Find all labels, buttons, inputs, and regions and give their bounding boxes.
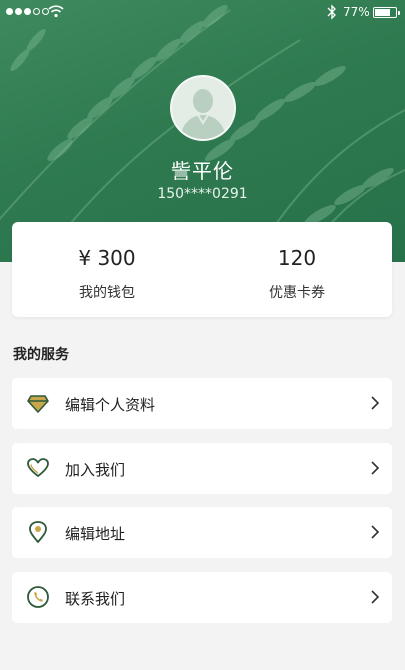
status-bar: 77%: [0, 0, 405, 24]
chevron-right-icon: [371, 590, 380, 604]
user-name: 訾平伦: [171, 159, 234, 183]
menu-item-label: 联系我们: [65, 590, 126, 608]
heart-icon: [27, 458, 49, 477]
menu-item-edit-address[interactable]: 编辑地址: [12, 507, 392, 558]
signal-strength-icon: [6, 8, 49, 15]
wifi-icon: [48, 5, 64, 18]
menu-item-join-us[interactable]: 加入我们: [12, 443, 392, 494]
battery-fill: [375, 9, 390, 16]
battery-icon: [373, 7, 400, 18]
coupons-label: 优惠卡券: [269, 285, 325, 301]
signal-dot: [6, 8, 13, 15]
wallet-balance: ¥ 300: [78, 246, 136, 270]
phone-icon: [27, 586, 49, 608]
menu-item-label: 编辑个人资料: [65, 396, 156, 414]
chevron-right-icon: [371, 525, 380, 539]
menu-item-label: 编辑地址: [65, 525, 126, 543]
avatar[interactable]: [170, 75, 236, 141]
menu-item-contact-us[interactable]: 联系我们: [12, 572, 392, 623]
menu-item-edit-profile[interactable]: 编辑个人资料: [12, 378, 392, 429]
user-phone: 150****0291: [157, 186, 248, 202]
coupons-count: 120: [277, 246, 317, 270]
battery-percentage: 77%: [343, 5, 370, 19]
wallet-stat[interactable]: ¥ 300 我的钱包: [12, 222, 202, 317]
wallet-label: 我的钱包: [79, 285, 135, 301]
location-pin-icon: [29, 521, 47, 543]
signal-dot: [24, 8, 31, 15]
services-section-title: 我的服务: [13, 347, 69, 363]
signal-dot: [33, 8, 40, 15]
chevron-right-icon: [371, 461, 380, 475]
bluetooth-icon: [327, 4, 336, 20]
chevron-right-icon: [371, 396, 380, 410]
diamond-icon: [27, 395, 49, 413]
signal-dot: [15, 8, 22, 15]
menu-item-label: 加入我们: [65, 461, 126, 479]
account-stats-card: ¥ 300 我的钱包 120 优惠卡券: [12, 222, 392, 317]
coupons-stat[interactable]: 120 优惠卡券: [202, 222, 392, 317]
avatar-person-icon: [172, 77, 234, 139]
